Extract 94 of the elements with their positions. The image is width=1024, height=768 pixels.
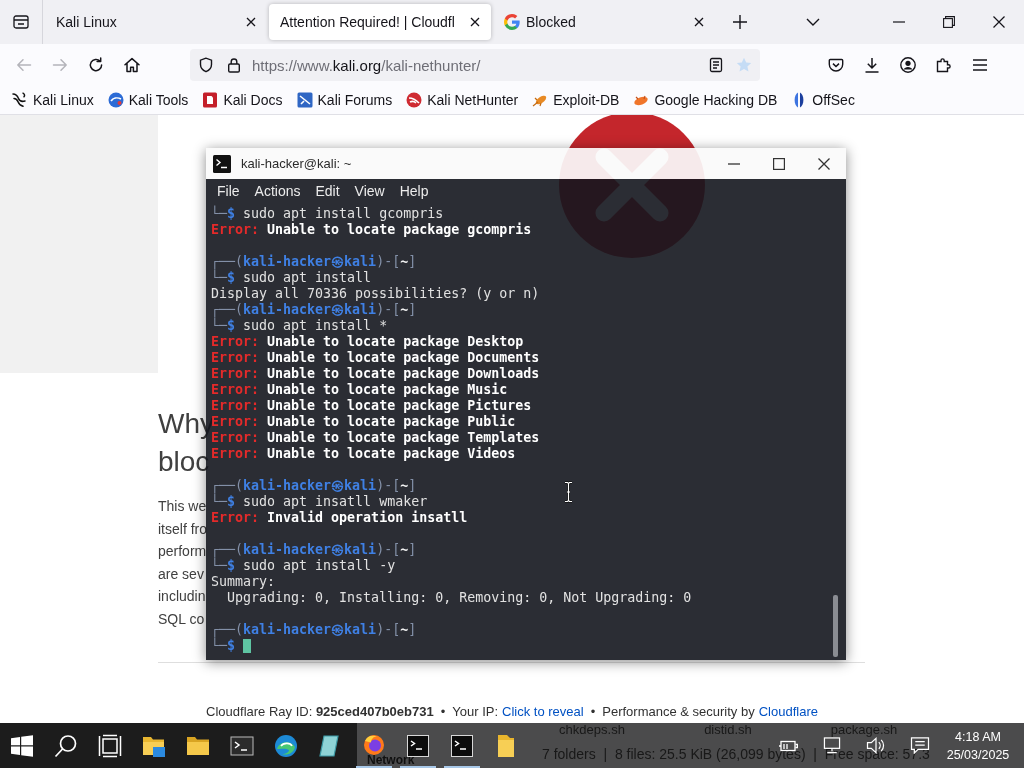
paragraph-text: perform (158, 542, 207, 562)
reload-icon[interactable] (88, 57, 104, 73)
footer-text: Performance & security by (602, 702, 755, 721)
scrollbar-thumb[interactable] (833, 595, 838, 657)
close-icon[interactable] (694, 17, 704, 27)
shield-icon[interactable] (198, 57, 214, 73)
menu-item[interactable]: File (217, 183, 240, 199)
terminal-line: └─$ (211, 638, 236, 654)
terminal-line: Error: Unable to locate package Downloads (211, 366, 540, 382)
url-text[interactable]: https://www.kali.org/kali-nethunter/ (252, 56, 481, 74)
parallelogram-icon[interactable] (318, 733, 342, 758)
menu-item[interactable]: Actions (254, 183, 301, 199)
clock-date[interactable]: 25/03/2025 (946, 745, 1010, 764)
close-icon[interactable] (246, 17, 256, 27)
document-icon (202, 92, 219, 108)
terminal-line: Error: Unable to locate package gcompris (211, 222, 532, 238)
terminal-line: Summary: (211, 574, 276, 590)
globe-icon (107, 92, 124, 108)
pocket-icon[interactable] (828, 57, 844, 73)
puzzle-icon[interactable] (936, 57, 952, 73)
terminal-line: Error: Unable to locate package Music (211, 382, 508, 398)
terminal-line: └─$ sudo apt insatll wmaker (211, 494, 428, 510)
star-icon[interactable] (736, 57, 752, 73)
menu-icon[interactable] (972, 57, 988, 73)
terminal-icon[interactable] (230, 733, 254, 758)
account-icon[interactable] (900, 57, 916, 73)
close-icon[interactable] (470, 17, 480, 27)
terminal-line: ┌──(kali-hacker㉿kali)-[~] (211, 622, 417, 638)
terminal-line: Error: Unable to locate package Videos (211, 446, 516, 462)
bookmark-item[interactable]: OffSec (786, 90, 860, 110)
minimize-icon[interactable] (727, 162, 740, 165)
clock-time[interactable]: 4:18 AM (955, 727, 1001, 746)
browser-tab[interactable]: Blocked (493, 4, 715, 40)
terminal-line: Error: Unable to locate package Desktop (211, 334, 524, 350)
i-beam-cursor-icon (564, 481, 573, 503)
paragraph-text: includin (158, 587, 206, 607)
bookmark-item[interactable]: Kali NetHunter (401, 90, 524, 110)
reader-view-icon[interactable] (708, 57, 724, 73)
terminal-line: Error: Invalid operation insatll (211, 510, 468, 526)
terminal-line: Error: Unable to locate package Templates (211, 430, 540, 446)
menu-item[interactable]: Help (399, 183, 429, 199)
footer-text: Cloudflare Ray ID: 925ced407b0eb731 (206, 702, 434, 721)
paragraph-text: are sev (158, 564, 204, 584)
terminal-line: Display all 70336 possibilities? (y or n) (211, 286, 540, 302)
squiggle-icon (12, 92, 28, 108)
swirl-logo-icon[interactable] (274, 733, 298, 758)
plus-icon[interactable] (733, 15, 747, 29)
bookmark-item[interactable]: Exploit-DB (527, 90, 625, 110)
footer-text: Your IP: (452, 702, 499, 721)
window-title: kali-hacker@kali: ~ (241, 156, 352, 171)
terminal-icon (213, 154, 231, 173)
home-icon[interactable] (124, 57, 140, 73)
terminal-line: Error: Unable to locate package Documents (211, 350, 540, 366)
bullet-separator: • (589, 702, 597, 721)
browser-tab[interactable]: Kali Linux (45, 4, 267, 40)
padlock-icon[interactable] (226, 57, 242, 73)
close-icon[interactable] (993, 16, 1005, 28)
paragraph-text: This we (158, 497, 207, 516)
close-icon[interactable] (817, 157, 830, 170)
footer-link[interactable]: Cloudflare (758, 702, 818, 721)
terminal-line: └─$ sudo apt install gcompris (211, 206, 444, 222)
bookmark-item[interactable]: Google Hacking DB (628, 90, 783, 110)
terminal-line: └─$ sudo apt install (211, 270, 372, 286)
menu-item[interactable]: Edit (315, 183, 340, 199)
bookmark-item[interactable]: Kali Tools (102, 90, 194, 110)
terminal-line: └─$ sudo apt install * (211, 318, 388, 334)
bookmark-item[interactable]: Kali Linux (7, 90, 99, 110)
terminal-line: ┌──(kali-hacker㉿kali)-[~] (211, 542, 417, 558)
bullet-separator: • (439, 702, 447, 721)
tile-icon (296, 92, 313, 108)
terminal-line: └─$ sudo apt install -y (211, 558, 396, 574)
address-bar[interactable]: https://www.kali.org/kali-nethunter/ (190, 49, 760, 81)
restore-icon[interactable] (943, 16, 955, 28)
terminal-line: ┌──(kali-hacker㉿kali)-[~] (211, 254, 417, 270)
maximize-icon[interactable] (772, 157, 785, 170)
terminal-line: Error: Unable to locate package Pictures (211, 398, 532, 413)
badge-icon (406, 92, 423, 108)
tab-overview-icon[interactable] (13, 14, 29, 30)
terminal-line: ┌──(kali-hacker㉿kali)-[~] (211, 478, 417, 494)
chevron-down-icon[interactable] (806, 18, 820, 26)
terminal-line: Error: Unable to locate package Public (211, 414, 516, 429)
bookmark-item[interactable]: Kali Docs (197, 90, 288, 110)
download-icon[interactable] (864, 57, 880, 73)
paragraph-text: SQL co (158, 609, 205, 629)
terminal-icon[interactable] (450, 733, 474, 758)
menu-item[interactable]: View (354, 183, 385, 199)
bookmark-item[interactable]: Kali Forums (291, 90, 398, 110)
search-icon[interactable] (54, 733, 78, 758)
browser-tab[interactable]: Attention Required! | Cloudfl (269, 4, 491, 40)
terminal-line: ┌──(kali-hacker㉿kali)-[~] (211, 302, 417, 318)
terminal-line: Upgrading: 0, Installing: 0, Removing: 0, Not Upgrading: 0 (226, 590, 692, 606)
windows-logo-icon[interactable] (10, 733, 34, 758)
footer-link[interactable]: Click to reveal (502, 702, 584, 721)
task-view-icon[interactable] (98, 733, 122, 758)
